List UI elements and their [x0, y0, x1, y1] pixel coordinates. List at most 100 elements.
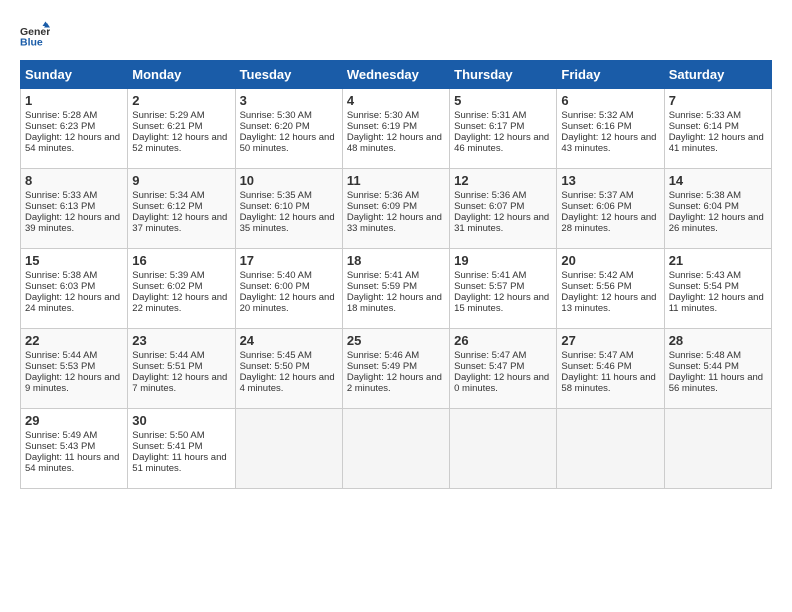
day-number: 18	[347, 253, 445, 268]
calendar-cell: 19 Sunrise: 5:41 AMSunset: 5:57 PMDayligh…	[450, 249, 557, 329]
daylight-label: Daylight: 12 hours and 4 minutes.	[240, 372, 335, 394]
day-number: 3	[240, 93, 338, 108]
daylight-label: Daylight: 12 hours and 15 minutes.	[454, 292, 549, 314]
calendar-cell: 13Sunrise: 5:37 AMSunset: 6:06 PMDayligh…	[557, 169, 664, 249]
daylight-label: Daylight: 12 hours and 35 minutes.	[240, 212, 335, 234]
daylight-label: Daylight: 11 hours and 51 minutes.	[132, 452, 226, 474]
day-number: 2	[132, 93, 230, 108]
daylight-label: Daylight: 12 hours and 22 minutes.	[132, 292, 227, 314]
sunrise-text: Sunrise: 5:47 AM	[561, 350, 633, 361]
calendar-cell: 1Sunrise: 5:28 AMSunset: 6:23 PMDaylight…	[21, 89, 128, 169]
sunrise-text: Sunrise: 5:34 AM	[132, 190, 204, 201]
sunset-text: Sunset: 5:50 PM	[240, 361, 310, 372]
calendar-cell: 4Sunrise: 5:30 AMSunset: 6:19 PMDaylight…	[342, 89, 449, 169]
sunset-text: Sunset: 5:44 PM	[669, 361, 739, 372]
sunrise-text: Sunrise: 5:32 AM	[561, 110, 633, 121]
sunrise-text: Sunrise: 5:42 AM	[561, 270, 633, 281]
col-header-saturday: Saturday	[664, 61, 771, 89]
sunset-text: Sunset: 5:47 PM	[454, 361, 524, 372]
day-number: 16	[132, 253, 230, 268]
sunset-text: Sunset: 6:00 PM	[240, 281, 310, 292]
calendar-cell: 2Sunrise: 5:29 AMSunset: 6:21 PMDaylight…	[128, 89, 235, 169]
calendar-cell: 20Sunrise: 5:42 AMSunset: 5:56 PMDayligh…	[557, 249, 664, 329]
calendar-cell	[342, 409, 449, 489]
calendar-cell: 7Sunrise: 5:33 AMSunset: 6:14 PMDaylight…	[664, 89, 771, 169]
day-number: 21	[669, 253, 767, 268]
sunset-text: Sunset: 6:16 PM	[561, 121, 631, 132]
daylight-label: Daylight: 12 hours and 24 minutes.	[25, 292, 120, 314]
col-header-friday: Friday	[557, 61, 664, 89]
day-number: 27	[561, 333, 659, 348]
calendar-cell: 10Sunrise: 5:35 AMSunset: 6:10 PMDayligh…	[235, 169, 342, 249]
daylight-label: Daylight: 12 hours and 48 minutes.	[347, 132, 442, 154]
daylight-label: Daylight: 12 hours and 18 minutes.	[347, 292, 442, 314]
sunset-text: Sunset: 5:59 PM	[347, 281, 417, 292]
day-number: 1	[25, 93, 123, 108]
sunset-text: Sunset: 5:51 PM	[132, 361, 202, 372]
daylight-label: Daylight: 12 hours and 33 minutes.	[347, 212, 442, 234]
sunset-text: Sunset: 6:10 PM	[240, 201, 310, 212]
sunrise-text: Sunrise: 5:37 AM	[561, 190, 633, 201]
sunset-text: Sunset: 6:13 PM	[25, 201, 95, 212]
col-header-monday: Monday	[128, 61, 235, 89]
calendar-cell: 22Sunrise: 5:44 AMSunset: 5:53 PMDayligh…	[21, 329, 128, 409]
sunrise-text: Sunrise: 5:30 AM	[240, 110, 312, 121]
col-header-thursday: Thursday	[450, 61, 557, 89]
day-number: 9	[132, 173, 230, 188]
sunrise-text: Sunrise: 5:33 AM	[25, 190, 97, 201]
daylight-label: Daylight: 12 hours and 20 minutes.	[240, 292, 335, 314]
sunrise-text: Sunrise: 5:38 AM	[25, 270, 97, 281]
day-number: 8	[25, 173, 123, 188]
day-number: 10	[240, 173, 338, 188]
day-number: 4	[347, 93, 445, 108]
calendar-cell: 9Sunrise: 5:34 AMSunset: 6:12 PMDaylight…	[128, 169, 235, 249]
daylight-label: Daylight: 12 hours and 37 minutes.	[132, 212, 227, 234]
calendar-cell: 16Sunrise: 5:39 AMSunset: 6:02 PMDayligh…	[128, 249, 235, 329]
calendar-cell: 29Sunrise: 5:49 AMSunset: 5:43 PMDayligh…	[21, 409, 128, 489]
calendar-cell: 5Sunrise: 5:31 AMSunset: 6:17 PMDaylight…	[450, 89, 557, 169]
sunrise-text: Sunrise: 5:40 AM	[240, 270, 312, 281]
daylight-label: Daylight: 12 hours and 28 minutes.	[561, 212, 656, 234]
daylight-label: Daylight: 12 hours and 41 minutes.	[669, 132, 764, 154]
sunrise-text: Sunrise: 5:44 AM	[25, 350, 97, 361]
svg-text:Blue: Blue	[20, 37, 43, 49]
day-number: 19	[454, 253, 552, 268]
sunset-text: Sunset: 5:57 PM	[454, 281, 524, 292]
sunset-text: Sunset: 5:41 PM	[132, 441, 202, 452]
sunset-text: Sunset: 6:20 PM	[240, 121, 310, 132]
daylight-label: Daylight: 11 hours and 54 minutes.	[25, 452, 119, 474]
calendar-week-4: 22Sunrise: 5:44 AMSunset: 5:53 PMDayligh…	[21, 329, 772, 409]
daylight-label: Daylight: 12 hours and 9 minutes.	[25, 372, 120, 394]
sunrise-text: Sunrise: 5:41 AM	[454, 270, 526, 281]
col-header-tuesday: Tuesday	[235, 61, 342, 89]
calendar-cell: 18Sunrise: 5:41 AMSunset: 5:59 PMDayligh…	[342, 249, 449, 329]
col-header-wednesday: Wednesday	[342, 61, 449, 89]
col-header-sunday: Sunday	[21, 61, 128, 89]
calendar-cell	[235, 409, 342, 489]
day-number: 24	[240, 333, 338, 348]
daylight-label: Daylight: 12 hours and 39 minutes.	[25, 212, 120, 234]
sunrise-text: Sunrise: 5:33 AM	[669, 110, 741, 121]
sunrise-text: Sunrise: 5:46 AM	[347, 350, 419, 361]
sunset-text: Sunset: 6:03 PM	[25, 281, 95, 292]
sunrise-text: Sunrise: 5:31 AM	[454, 110, 526, 121]
calendar-cell: 24Sunrise: 5:45 AMSunset: 5:50 PMDayligh…	[235, 329, 342, 409]
sunset-text: Sunset: 5:56 PM	[561, 281, 631, 292]
daylight-label: Daylight: 12 hours and 54 minutes.	[25, 132, 120, 154]
calendar-week-2: 8Sunrise: 5:33 AMSunset: 6:13 PMDaylight…	[21, 169, 772, 249]
daylight-label: Daylight: 11 hours and 58 minutes.	[561, 372, 655, 394]
day-number: 22	[25, 333, 123, 348]
daylight-label: Daylight: 12 hours and 50 minutes.	[240, 132, 335, 154]
day-number: 15	[25, 253, 123, 268]
sunrise-text: Sunrise: 5:49 AM	[25, 430, 97, 441]
sunset-text: Sunset: 6:09 PM	[347, 201, 417, 212]
sunset-text: Sunset: 6:19 PM	[347, 121, 417, 132]
day-number: 12	[454, 173, 552, 188]
day-number: 14	[669, 173, 767, 188]
sunset-text: Sunset: 5:46 PM	[561, 361, 631, 372]
sunrise-text: Sunrise: 5:47 AM	[454, 350, 526, 361]
calendar-cell: 3 Sunrise: 5:30 AMSunset: 6:20 PMDaylight…	[235, 89, 342, 169]
sunrise-text: Sunrise: 5:36 AM	[347, 190, 419, 201]
day-number: 23	[132, 333, 230, 348]
calendar-cell: 12Sunrise: 5:36 AMSunset: 6:07 PMDayligh…	[450, 169, 557, 249]
